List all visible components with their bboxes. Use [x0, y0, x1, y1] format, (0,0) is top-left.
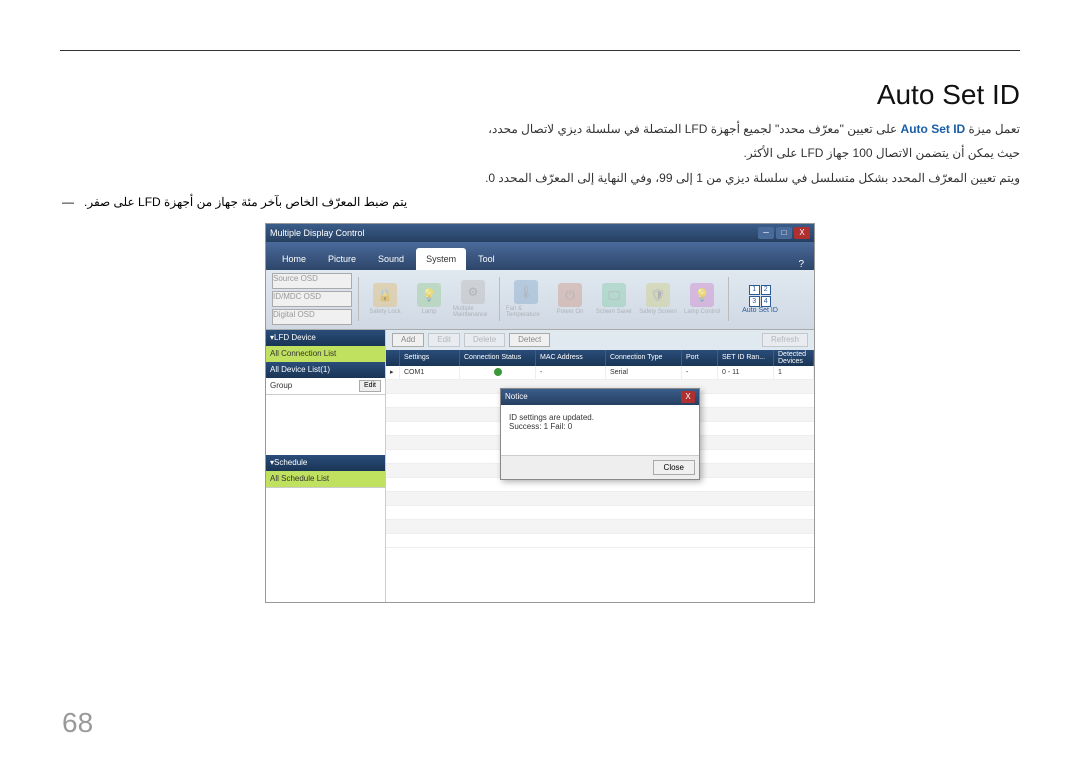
tab-home[interactable]: Home	[272, 248, 316, 270]
th-port: Port	[682, 350, 718, 366]
note-line: يتم ضبط المعرّف الخاص بآخر مئة جهاز من أ…	[60, 192, 1020, 212]
sidebar-edit-button[interactable]: Edit	[359, 380, 381, 392]
add-button[interactable]: Add	[392, 333, 424, 347]
table-body: ▸ COM1 - Serial - 0 - 11 1	[386, 366, 814, 602]
source-osd-select[interactable]: Source OSD	[272, 273, 352, 289]
power-on-icon: ⏻Power On	[550, 277, 590, 321]
window-title: Multiple Display Control	[270, 228, 365, 238]
tab-sound[interactable]: Sound	[368, 248, 414, 270]
table-row[interactable]: ▸ COM1 - Serial - 0 - 11 1	[386, 366, 814, 380]
dialog-title: Notice	[505, 392, 528, 401]
screen-saver-icon: 🖵Screen Saver	[594, 277, 634, 321]
page-title: Auto Set ID	[60, 79, 1020, 111]
ribbon-selectors: Source OSD ID/MDC OSD Digital OSD	[272, 273, 352, 325]
lamp-icon: 💡Lamp	[409, 277, 449, 321]
safety-lock-icon: 🔒Safety Lock	[365, 277, 405, 321]
th-connection-status: Connection Status	[460, 350, 536, 366]
sidebar-all-device[interactable]: All Device List(1)	[266, 362, 385, 378]
th-conn-type: Connection Type	[606, 350, 682, 366]
notice-dialog: Notice X ID settings are updated. Succes…	[500, 388, 700, 480]
close-button[interactable]: X	[794, 227, 810, 239]
safety-screen-icon: 🛡Safety Screen	[638, 277, 678, 321]
help-icon[interactable]: ?	[794, 259, 808, 270]
sidebar-all-schedule[interactable]: All Schedule List	[266, 471, 385, 487]
lamp-control-icon: 💡Lamp Control	[682, 277, 722, 321]
sidebar-group[interactable]: Group Edit	[266, 378, 385, 394]
status-dot-icon	[494, 368, 502, 376]
digital-osd-select[interactable]: Digital OSD	[272, 309, 352, 325]
th-detected: Detected Devices	[774, 350, 814, 366]
desc-line1: تعمل ميزة Auto Set ID على تعيين "معرّف م…	[60, 119, 1020, 139]
th-settings: Settings	[400, 350, 460, 366]
dialog-line1: ID settings are updated.	[509, 413, 691, 422]
fan-temp-icon: 🌡Fan & Temperature	[506, 277, 546, 321]
delete-button[interactable]: Delete	[464, 333, 505, 347]
tab-system[interactable]: System	[416, 248, 466, 270]
th-setid-range: SET ID Ran...	[718, 350, 774, 366]
sidebar: ▾ LFD Device All Connection List All Dev…	[266, 330, 386, 602]
dialog-close-icon[interactable]: X	[681, 391, 695, 403]
detect-button[interactable]: Detect	[509, 333, 550, 347]
sidebar-all-connection[interactable]: All Connection List	[266, 346, 385, 362]
window-titlebar: Multiple Display Control ─ □ X	[266, 224, 814, 242]
main-tabs: Home Picture Sound System Tool ?	[266, 242, 814, 270]
desc-line2: حيث يمكن أن يتضمن الاتصال 100 جهاز LFD ع…	[60, 143, 1020, 163]
sidebar-schedule-head[interactable]: ▾ Schedule	[266, 455, 385, 471]
page-number: 68	[62, 707, 93, 739]
screenshot: Multiple Display Control ─ □ X Home Pict…	[265, 223, 815, 603]
minimize-button[interactable]: ─	[758, 227, 774, 239]
multiple-maintenance-icon: ⚙Multiple Maintenance	[453, 277, 493, 321]
maximize-button[interactable]: □	[776, 227, 792, 239]
table-toolbar: Add Edit Delete Detect Refresh	[386, 330, 814, 350]
desc-line3: ويتم تعيين المعرّف المحدد بشكل متسلسل في…	[60, 168, 1020, 188]
refresh-button[interactable]: Refresh	[762, 333, 808, 347]
id-mdc-osd-select[interactable]: ID/MDC OSD	[272, 291, 352, 307]
th-mac: MAC Address	[536, 350, 606, 366]
dialog-close-button[interactable]: Close	[653, 460, 695, 475]
sidebar-lfd-head[interactable]: ▾ LFD Device	[266, 330, 385, 346]
auto-set-id-button[interactable]: 1234 Auto Set ID	[735, 277, 785, 321]
tab-picture[interactable]: Picture	[318, 248, 366, 270]
edit-button[interactable]: Edit	[428, 333, 460, 347]
tab-tool[interactable]: Tool	[468, 248, 505, 270]
table-header: Settings Connection Status MAC Address C…	[386, 350, 814, 366]
dialog-line2: Success: 1 Fail: 0	[509, 422, 691, 431]
ribbon: Source OSD ID/MDC OSD Digital OSD 🔒Safet…	[266, 270, 814, 330]
